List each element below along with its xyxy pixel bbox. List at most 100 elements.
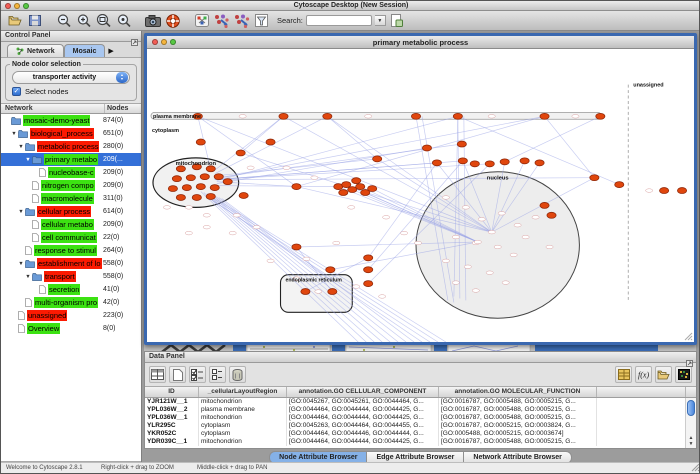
network-node[interactable]	[168, 186, 177, 192]
tree-item-cell-communicat[interactable]: cell communicat22(0)	[1, 231, 141, 244]
network-node[interactable]	[356, 184, 365, 190]
select-nodes-checkbox[interactable]: ✓	[12, 87, 21, 96]
tree-item-metabolic-process[interactable]: ▼metabolic process280(0)	[1, 140, 141, 153]
tree-item-establishment-of-lo[interactable]: ▼establishment of lo558(0)	[1, 257, 141, 270]
network-node[interactable]	[485, 161, 494, 167]
tree-item-primary-metabo[interactable]: ▼primary metabo209(...	[1, 153, 141, 166]
table-row[interactable]: YKR052Ccytoplasm[GO:0044464, GO:0044446,…	[145, 430, 696, 438]
tab-mosaic[interactable]: Mosaic	[64, 44, 106, 57]
network-node[interactable]	[292, 184, 301, 190]
column-header-empty[interactable]	[597, 387, 686, 397]
tree-item-secretion[interactable]: secretion41(0)	[1, 283, 141, 296]
column-header-ID[interactable]: ID	[145, 387, 199, 397]
network-node[interactable]	[200, 174, 209, 180]
network-node[interactable]	[196, 139, 205, 145]
tree-item-cellular-process[interactable]: ▼cellular process614(0)	[1, 205, 141, 218]
tree-item-macromolecule[interactable]: macromolecule311(0)	[1, 192, 141, 205]
network-node[interactable]	[176, 195, 185, 201]
apply-layout-1-icon[interactable]	[213, 13, 230, 29]
search-options-icon[interactable]	[389, 13, 406, 29]
network-node[interactable]	[352, 178, 361, 184]
snapshot-camera-icon[interactable]	[144, 13, 161, 29]
app-titlebar[interactable]: Cytoscape Desktop (New Session)	[1, 1, 700, 11]
function-builder-icon[interactable]: f(x)	[635, 366, 652, 383]
zoom-fit-icon[interactable]	[115, 13, 132, 29]
network-canvas[interactable]: plasma membranecytoplasmmitochondrionnuc…	[147, 49, 694, 342]
open-folder-icon[interactable]	[6, 13, 23, 29]
tree-item-cellular-metabo[interactable]: cellular metabo209(0)	[1, 218, 141, 231]
table-row[interactable]: YDR039C__1mitochondrion[GO:0044464, GO:0…	[145, 438, 696, 446]
network-node[interactable]	[540, 202, 549, 208]
select-nodes-row[interactable]: ✓ Select nodes	[10, 87, 132, 96]
column-header-annotation.GO CELLULAR_COMPONENT[interactable]: annotation.GO CELLULAR_COMPONENT	[287, 387, 439, 397]
help-lifering-icon[interactable]	[164, 13, 181, 29]
network-node[interactable]	[615, 182, 624, 188]
column-header-annotation.GO MOLECULAR_FUNCTION[interactable]: annotation.GO MOLECULAR_FUNCTION	[439, 387, 597, 397]
network-view-window[interactable]: primary metabolic process plasma membran…	[144, 33, 697, 345]
select-attributes-icon[interactable]	[189, 366, 206, 383]
network-node[interactable]	[596, 113, 605, 119]
network-node[interactable]	[206, 194, 215, 200]
network-node[interactable]	[411, 113, 420, 119]
network-node[interactable]	[660, 188, 669, 194]
network-node[interactable]	[457, 141, 466, 147]
disclosure-arrow-icon[interactable]: ▼	[10, 131, 18, 137]
network-node[interactable]	[458, 158, 467, 164]
attribute-table-icon[interactable]	[149, 366, 166, 383]
table-row[interactable]: YPL036W__2plasma membrane[GO:0044464, GO…	[145, 406, 696, 414]
table-row[interactable]: YLR295Ccytoplasm[GO:0045263, GO:0044464,…	[145, 422, 696, 430]
zoom-in-icon[interactable]	[75, 13, 92, 29]
table-row[interactable]: YPL036W__1mitochondrion[GO:0044464, GO:0…	[145, 414, 696, 422]
zoom-selected-icon[interactable]	[95, 13, 112, 29]
network-node[interactable]	[368, 186, 377, 192]
network-node[interactable]	[535, 160, 544, 166]
color-attribute-dropdown[interactable]: transporter activity ▲▼	[12, 71, 130, 84]
disclosure-arrow-icon[interactable]: ▼	[24, 157, 32, 163]
network-node[interactable]	[500, 159, 509, 165]
network-node[interactable]	[328, 289, 337, 295]
attribute-table-header[interactable]: ID_cellularLayoutRegionannotation.GO CEL…	[145, 387, 696, 398]
network-node[interactable]	[339, 190, 348, 196]
disclosure-arrow-icon[interactable]: ▼	[24, 274, 32, 280]
network-node[interactable]	[236, 150, 245, 156]
search-dropdown-arrow-icon[interactable]: ▼	[375, 15, 386, 26]
table-scrollbar[interactable]: ▲▼	[685, 398, 696, 448]
network-node[interactable]	[239, 193, 248, 199]
network-node[interactable]	[323, 113, 332, 119]
import-attributes-icon[interactable]	[655, 366, 672, 383]
create-network-icon[interactable]	[193, 13, 210, 29]
network-node[interactable]	[214, 174, 223, 180]
search-input[interactable]	[306, 15, 372, 26]
new-attribute-icon[interactable]	[169, 366, 186, 383]
view-resize-grip[interactable]	[684, 332, 693, 341]
view-window-titlebar[interactable]: primary metabolic process	[147, 36, 694, 49]
tree-item-overview[interactable]: Overview8(0)	[1, 322, 141, 335]
tree-item-multi-organism-pro[interactable]: multi-organism pro42(0)	[1, 296, 141, 309]
tree-item-nucleobase-c[interactable]: nucleobase-c209(0)	[1, 166, 141, 179]
network-graph[interactable]: plasma membranecytoplasmmitochondrionnuc…	[147, 49, 694, 342]
disclosure-arrow-icon[interactable]: ▼	[17, 144, 25, 150]
column-header-_cellularLayoutRegion[interactable]: _cellularLayoutRegion	[199, 387, 287, 397]
float-data-panel-icon[interactable]	[686, 354, 693, 372]
scrollbar-arrows[interactable]: ▲▼	[686, 435, 696, 447]
tree-item-mosaic-demo-yeast[interactable]: mosaic-demo-yeast874(0)	[1, 114, 141, 127]
network-node[interactable]	[470, 161, 479, 167]
zoom-out-icon[interactable]	[55, 13, 72, 29]
network-node[interactable]	[520, 158, 529, 164]
network-node[interactable]	[210, 185, 219, 191]
network-node[interactable]	[266, 139, 275, 145]
network-node[interactable]	[422, 145, 431, 151]
apply-layout-2-icon[interactable]	[233, 13, 250, 29]
network-node[interactable]	[223, 179, 232, 185]
network-node[interactable]	[364, 281, 373, 287]
network-node[interactable]	[677, 188, 686, 194]
network-node[interactable]	[540, 113, 549, 119]
network-node[interactable]	[182, 185, 191, 191]
disclosure-arrow-icon[interactable]: ▼	[17, 261, 25, 267]
float-panel-icon[interactable]	[131, 33, 138, 51]
network-node[interactable]	[196, 184, 205, 190]
attribute-table[interactable]: ID_cellularLayoutRegionannotation.GO CEL…	[145, 386, 696, 448]
tree-item-biological-process[interactable]: ▼biological_process651(0)	[1, 127, 141, 140]
network-node[interactable]	[279, 113, 288, 119]
network-node[interactable]	[301, 289, 310, 295]
